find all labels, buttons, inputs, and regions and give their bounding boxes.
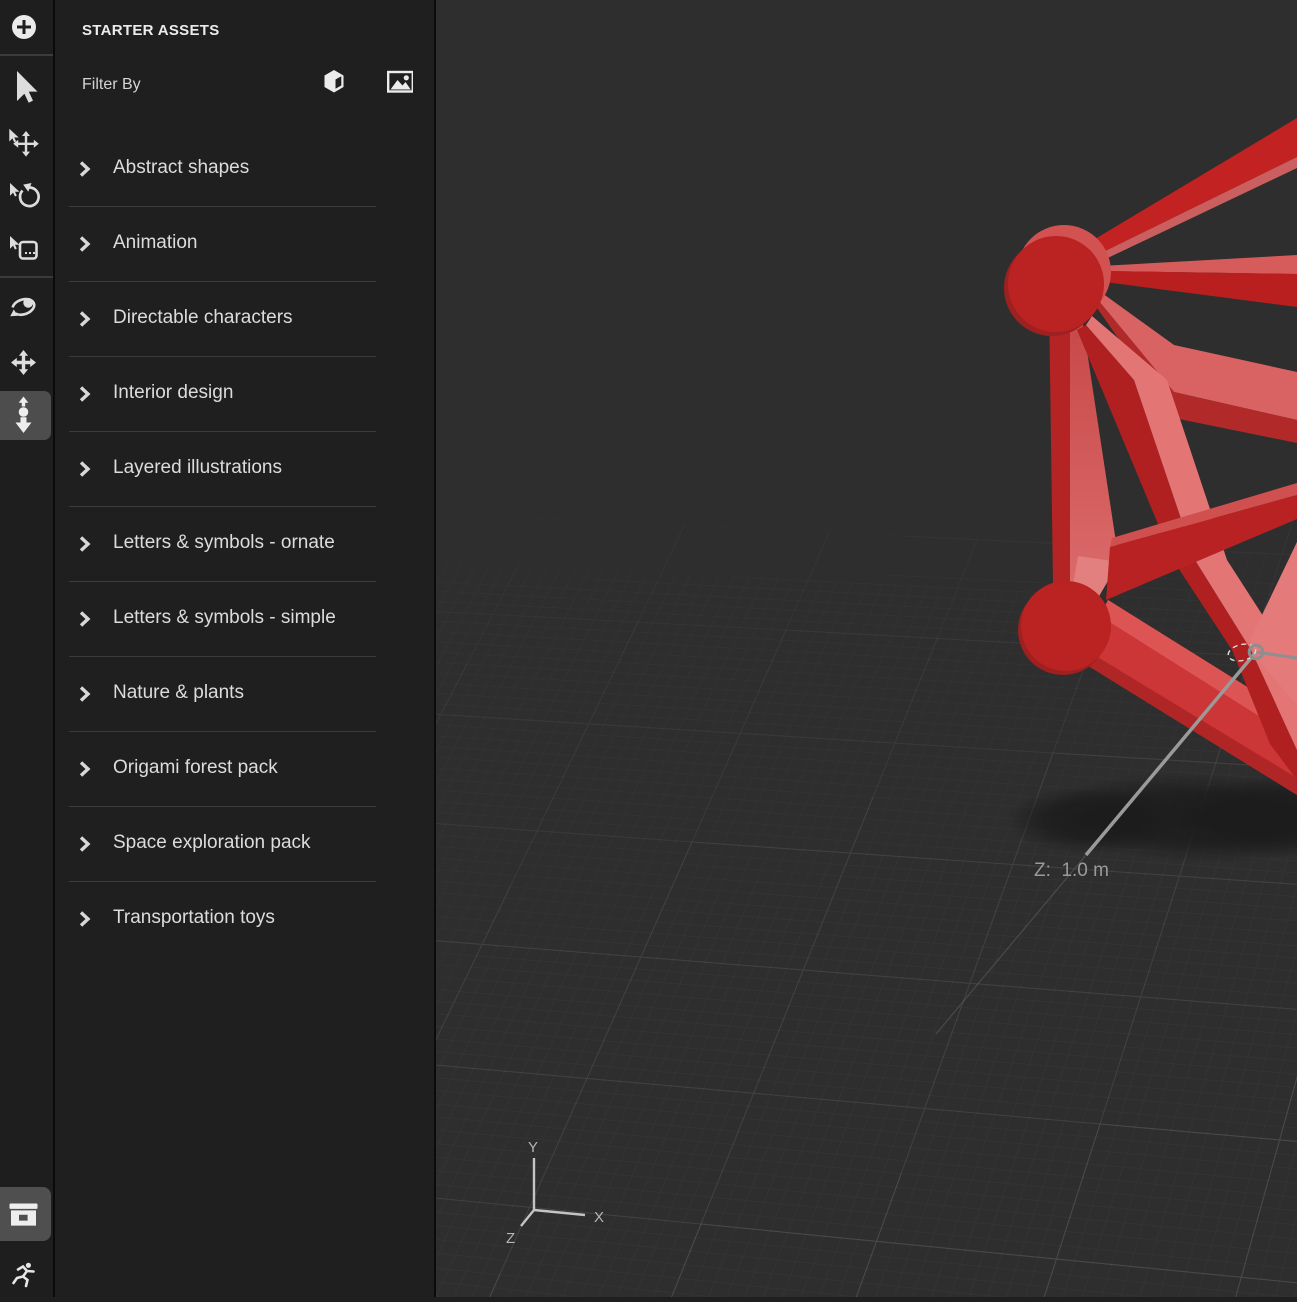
svg-text:Z: Z <box>506 1230 515 1247</box>
svg-text:Y: Y <box>528 1139 538 1156</box>
svg-text:Z: 1.0 m: Z: 1.0 m <box>1034 860 1109 881</box>
svg-text:X: X <box>594 1209 604 1226</box>
